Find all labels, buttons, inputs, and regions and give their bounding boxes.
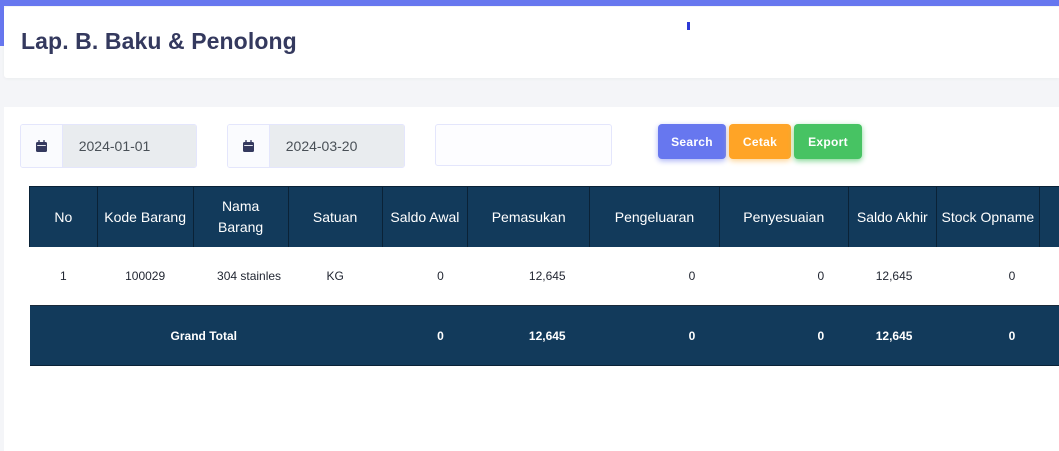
column-header-kode-barang[interactable]: Kode Barang xyxy=(96,186,194,247)
top-accent-bar xyxy=(0,0,1059,6)
start-date-group[interactable]: 2024-01-01 xyxy=(20,124,197,168)
grand-total-label: Grand Total xyxy=(29,305,382,366)
report-table: No Kode Barang Nama Barang Satuan Saldo … xyxy=(29,186,1059,366)
column-header-satuan[interactable]: Satuan xyxy=(287,186,382,247)
calendar-icon xyxy=(21,125,63,167)
total-pemasukan: 12,645 xyxy=(467,305,590,366)
cell-saldo-awal: 0 xyxy=(382,247,468,306)
column-header-penyesuaian[interactable]: Penyesuaian xyxy=(718,186,849,247)
cell-no: 1 xyxy=(29,247,98,306)
print-button[interactable]: Cetak xyxy=(729,124,791,159)
end-date-group[interactable]: 2024-03-20 xyxy=(227,124,405,168)
column-header-nama-barang[interactable]: Nama Barang xyxy=(192,186,289,247)
total-saldo-awal: 0 xyxy=(382,305,468,366)
column-header-saldo-awal[interactable]: Saldo Awal xyxy=(381,186,468,247)
calendar-icon xyxy=(228,125,270,167)
cell-nama-barang: 304 stainles xyxy=(193,247,289,306)
cell-satuan: KG xyxy=(288,247,382,306)
page-title: Lap. B. Baku & Penolong xyxy=(21,28,297,54)
total-saldo-akhir: 12,645 xyxy=(848,305,937,366)
column-header-pemasukan[interactable]: Pemasukan xyxy=(467,186,590,247)
column-header-no[interactable]: No xyxy=(29,186,98,247)
search-input[interactable] xyxy=(435,124,612,166)
cell-saldo-akhir: 12,645 xyxy=(848,247,937,306)
total-penyesuaian: 0 xyxy=(719,305,849,366)
cell-penyesuaian: 0 xyxy=(719,247,849,306)
grand-total-row: Grand Total 0 12,645 0 0 12,645 0 xyxy=(29,305,1059,366)
total-pengeluaran: 0 xyxy=(589,305,720,366)
cell-overflow xyxy=(1039,247,1059,306)
table-header-row: No Kode Barang Nama Barang Satuan Saldo … xyxy=(29,186,1059,247)
column-header-stock-opname[interactable]: Stock Opname xyxy=(935,186,1040,247)
end-date-input[interactable]: 2024-03-20 xyxy=(269,125,404,167)
cell-stock-opname: 0 xyxy=(936,247,1040,306)
column-header-overflow xyxy=(1038,186,1059,247)
header-marker xyxy=(687,22,690,30)
start-date-input[interactable]: 2024-01-01 xyxy=(62,125,196,167)
export-button[interactable]: Export xyxy=(794,124,862,159)
cell-kode-barang: 100029 xyxy=(97,247,194,306)
column-header-saldo-akhir[interactable]: Saldo Akhir xyxy=(847,186,937,247)
search-button[interactable]: Search xyxy=(658,124,726,159)
total-stock-opname: 0 xyxy=(936,305,1040,366)
table-row: 1 100029 304 stainles KG 0 12,645 0 0 12… xyxy=(29,247,1059,306)
column-header-pengeluaran[interactable]: Pengeluaran xyxy=(589,186,720,247)
total-overflow xyxy=(1039,305,1059,366)
cell-pengeluaran: 0 xyxy=(589,247,720,306)
cell-pemasukan: 12,645 xyxy=(467,247,590,306)
